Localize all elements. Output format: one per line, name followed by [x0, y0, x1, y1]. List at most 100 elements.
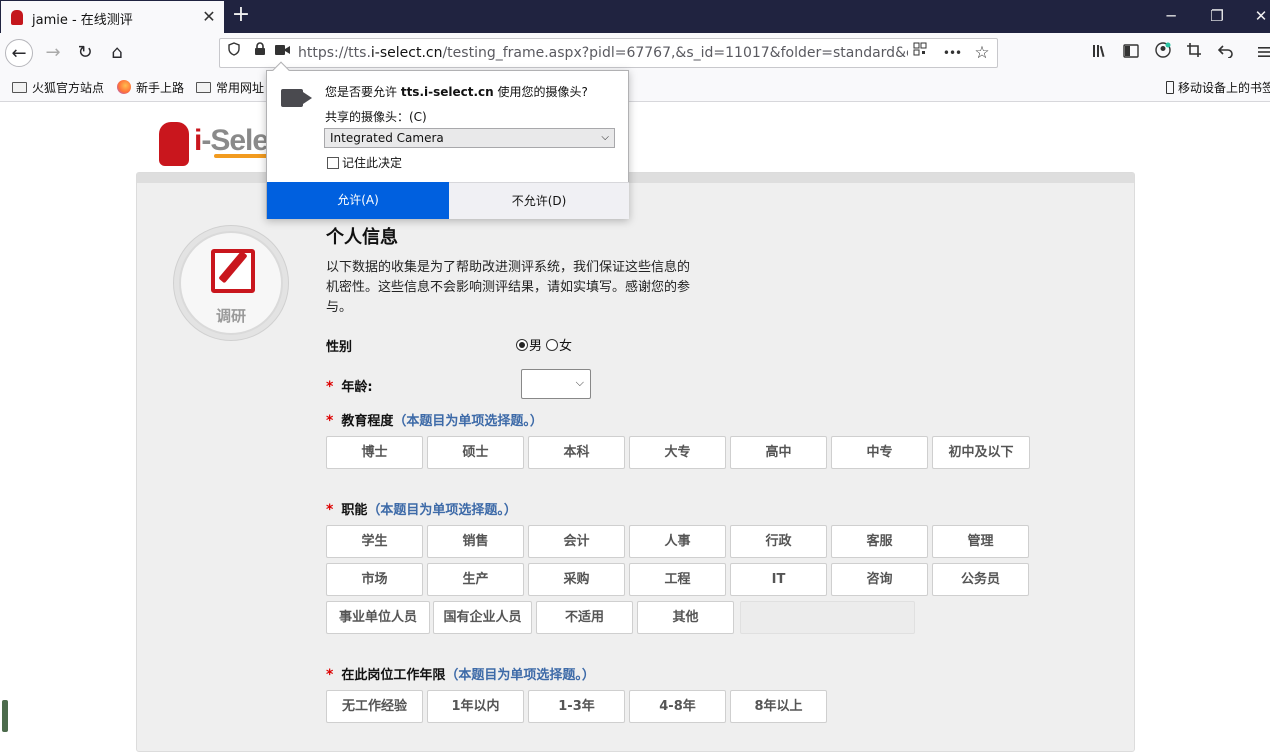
logo-seal-icon [159, 122, 189, 166]
title-bar: jamie - 在线测评 ✕ + ─ ❐ ✕ [0, 0, 1270, 33]
url-prefix: https://tts. [298, 45, 371, 61]
page-actions-button[interactable]: ••• [942, 42, 962, 64]
lock-icon[interactable] [250, 42, 270, 64]
tenure-option[interactable]: 无工作经验 [326, 690, 423, 723]
single-choice-hint: （本题目为单项选择题。） [445, 668, 595, 683]
permission-question: 您是否要允许 tts.i-select.cn 使用您的摄像头? [325, 83, 588, 100]
shield-icon[interactable] [224, 42, 244, 64]
tenure-option[interactable]: 8年以上 [730, 690, 827, 723]
logo-rest: -Sele [201, 124, 269, 157]
web-page: i-Sele 调研 个人信息 以下数据的收集是为了帮助改进测评系统，我们保证这些… [0, 102, 1270, 752]
function-option[interactable]: 其他 [637, 601, 734, 634]
remember-decision[interactable]: 记住此决定 [327, 154, 402, 171]
chevron-down-icon: ⌵ [575, 376, 584, 389]
function-other-input[interactable] [740, 601, 915, 634]
bookmark-label: 火狐官方站点 [32, 80, 105, 95]
tab-close-icon[interactable]: ✕ [200, 6, 218, 28]
camera-select[interactable]: Integrated Camera ⌵ [324, 128, 615, 148]
education-label-text: 教育程度 [341, 414, 394, 429]
deny-button[interactable]: 不允许(D) [449, 182, 629, 219]
education-option[interactable]: 本科 [528, 436, 625, 469]
mobile-device-icon [1166, 80, 1174, 94]
education-option[interactable]: 博士 [326, 436, 423, 469]
function-option[interactable]: 人事 [629, 525, 726, 558]
intro-text: 以下数据的收集是为了帮助改进测评系统，我们保证这些信息的机密性。这些信息不会影响… [326, 260, 691, 315]
function-option[interactable]: 学生 [326, 525, 423, 558]
camera-permission-icon[interactable] [273, 42, 293, 64]
single-choice-hint: （本题目为单项选择题。） [393, 414, 543, 429]
function-option[interactable]: 国有企业人员 [433, 601, 532, 634]
tenure-option[interactable]: 1年以内 [427, 690, 524, 723]
new-tab-button[interactable]: + [229, 4, 253, 28]
url-bar[interactable]: https://tts.i-select.cn/testing_frame.as… [219, 38, 998, 68]
reload-button[interactable]: ↻ [71, 39, 99, 67]
camera-permission-popup: 您是否要允许 tts.i-select.cn 使用您的摄像头? 共享的摄像头：(… [266, 61, 629, 219]
function-option[interactable]: 管理 [932, 525, 1029, 558]
library-icon[interactable] [1087, 39, 1113, 67]
bookmark-mobile[interactable]: 移动设备上的书签 [1166, 78, 1270, 96]
badge-label: 调研 [215, 307, 246, 325]
crop-screenshot-icon[interactable] [1181, 39, 1207, 67]
function-option[interactable]: 事业单位人员 [326, 601, 430, 634]
tenure-option[interactable]: 4-8年 [629, 690, 726, 723]
education-option[interactable]: 高中 [730, 436, 827, 469]
question-domain: tts.i-select.cn [400, 85, 494, 99]
forward-button[interactable]: → [39, 39, 67, 67]
education-option[interactable]: 大专 [629, 436, 726, 469]
required-mark: * [326, 667, 334, 683]
remember-checkbox[interactable] [327, 156, 339, 169]
bookmark-star-icon[interactable]: ☆ [972, 42, 992, 64]
bookmark-label: 常用网址 [216, 80, 265, 95]
gender-radio-female[interactable] [546, 338, 559, 351]
function-option[interactable]: 生产 [427, 563, 524, 596]
function-option[interactable]: 咨询 [831, 563, 928, 596]
account-icon[interactable] [1150, 39, 1176, 67]
bookmark-getting-started[interactable]: 新手上路 [117, 78, 184, 96]
bookmark-firefox-official[interactable]: 火狐官方站点 [12, 78, 104, 96]
function-option[interactable]: 不适用 [536, 601, 633, 634]
function-option[interactable]: 行政 [730, 525, 827, 558]
minimize-button[interactable]: ─ [1148, 0, 1194, 32]
sidebar-icon[interactable] [1118, 39, 1144, 67]
function-option[interactable]: IT [730, 563, 827, 596]
menu-icon[interactable] [1252, 39, 1270, 67]
age-select[interactable]: ⌵ [521, 369, 591, 399]
url-text[interactable]: https://tts.i-select.cn/testing_frame.as… [298, 45, 908, 61]
window-close-button[interactable]: ✕ [1238, 0, 1270, 32]
function-label-text: 职能 [341, 503, 368, 518]
site-logo[interactable]: i-Sele [194, 124, 269, 158]
function-option[interactable]: 公务员 [932, 563, 1029, 596]
function-option[interactable]: 客服 [831, 525, 928, 558]
url-domain: i-select.cn [370, 45, 443, 61]
bookmark-label: 新手上路 [136, 80, 185, 95]
age-label-text: 年龄: [341, 380, 373, 395]
function-option[interactable]: 销售 [427, 525, 524, 558]
undo-icon[interactable] [1213, 39, 1239, 67]
tenure-option[interactable]: 1-3年 [528, 690, 625, 723]
function-option[interactable]: 会计 [528, 525, 625, 558]
edge-handle [2, 700, 8, 732]
tenure-label: * 在此岗位工作年限（本题目为单项选择题。） [326, 664, 595, 683]
gender-radio-male[interactable] [516, 338, 528, 351]
allow-button[interactable]: 允许(A) [267, 182, 449, 219]
firefox-icon [117, 80, 131, 94]
browser-tab[interactable]: jamie - 在线测评 ✕ [1, 1, 224, 33]
education-option[interactable]: 硕士 [427, 436, 524, 469]
function-option[interactable]: 市场 [326, 563, 423, 596]
function-label: * 职能（本题目为单项选择题。） [326, 499, 517, 518]
function-option[interactable]: 工程 [629, 563, 726, 596]
bookmark-common-sites[interactable]: 常用网址 [196, 78, 264, 96]
function-option[interactable]: 采购 [528, 563, 625, 596]
home-button[interactable]: ⌂ [103, 39, 131, 67]
education-option[interactable]: 中专 [831, 436, 928, 469]
maximize-button[interactable]: ❐ [1194, 0, 1240, 32]
back-button[interactable]: ← [5, 39, 33, 67]
bookmark-label: 移动设备上的书签 [1178, 80, 1270, 95]
single-choice-hint: （本题目为单项选择题。） [367, 503, 517, 518]
qr-code-icon[interactable] [910, 42, 930, 64]
camera-select-value: Integrated Camera [330, 131, 444, 145]
url-path: /testing_frame.aspx?pidl=67767,&s_id=110… [442, 45, 908, 61]
question-prefix: 您是否要允许 [325, 85, 401, 99]
education-option[interactable]: 初中及以下 [932, 436, 1030, 469]
education-label: * 教育程度（本题目为单项选择题。） [326, 410, 543, 429]
